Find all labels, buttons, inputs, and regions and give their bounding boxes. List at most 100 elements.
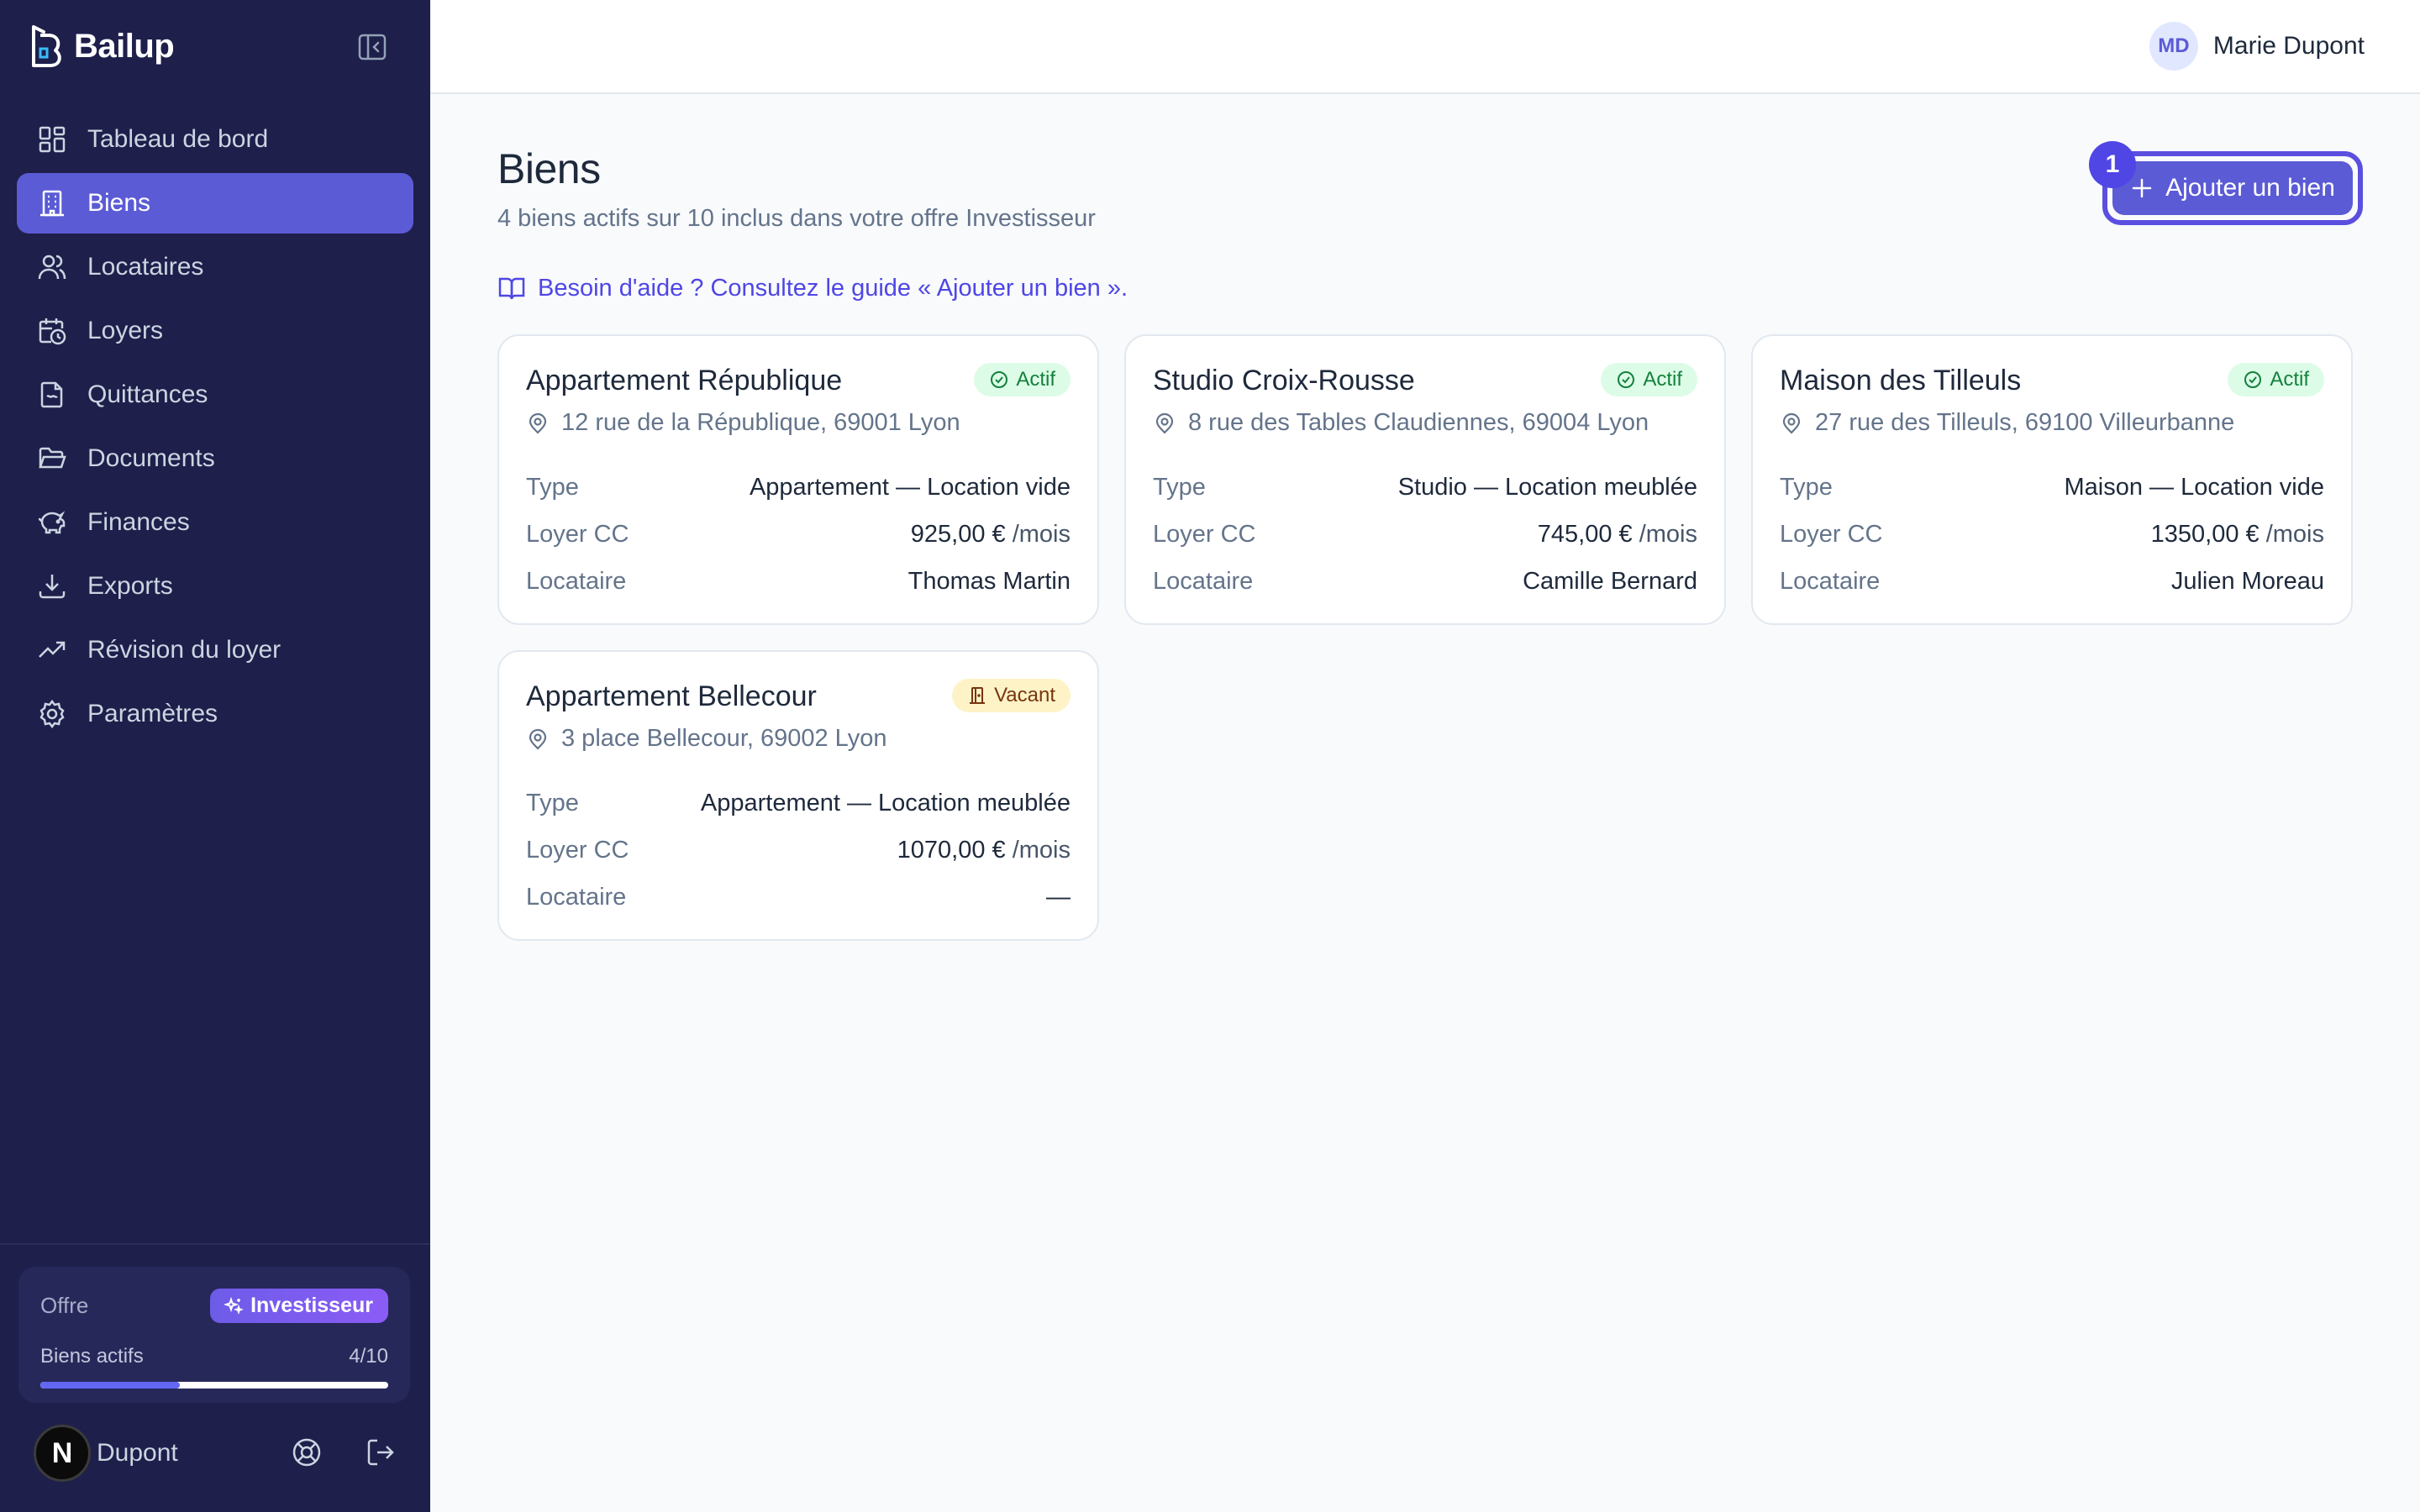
rent-period: /mois [1012,520,1071,548]
rent-value: 1070,00 € [897,836,1006,864]
plan-badge-label: Investisseur [250,1294,373,1317]
map-pin-icon [529,728,547,750]
sidebar-item-revision-du-loyer[interactable]: Révision du loyer [17,620,413,680]
rent-row: Loyer CC 925,00 € /mois [526,511,1071,558]
type-label: Type [1153,473,1206,501]
sidebar-item-exports[interactable]: Exports [17,556,413,617]
top-bar: MD Marie Dupont [430,0,2420,94]
property-card[interactable]: Appartement Bellecour Vacant 3 place Bel… [497,650,1099,941]
status-label: Actif [1016,368,1055,391]
help-link-label: Besoin d'aide ? Consultez le guide « Ajo… [538,274,1128,302]
rent-label: Loyer CC [526,520,629,548]
sidebar-item-label: Paramètres [87,700,218,727]
help-lifebuoy-icon[interactable] [291,1436,323,1468]
property-address: 3 place Bellecour, 69002 Lyon [526,725,1071,753]
tenant-row: Locataire Thomas Martin [526,558,1071,605]
add-property-label: Ajouter un bien [2165,174,2335,202]
sidebar-item-quittances[interactable]: Quittances [17,365,413,425]
user-profile-menu[interactable]: MD Marie Dupont [2149,22,2365,71]
property-address: 8 rue des Tables Claudiennes, 69004 Lyon [1153,409,1697,437]
avatar[interactable]: N [34,1425,91,1482]
sidebar-item-biens[interactable]: Biens [17,173,413,234]
help-guide-link[interactable]: Besoin d'aide ? Consultez le guide « Ajo… [497,274,1128,302]
rent-label: Loyer CC [526,836,629,864]
type-row: Type Appartement — Location meublée [526,780,1071,827]
tenant-value: Thomas Martin [908,567,1071,595]
sidebar-item-label: Biens [87,189,151,217]
plan-label: Offre [40,1293,89,1318]
address-text: 8 rue des Tables Claudiennes, 69004 Lyon [1188,409,1649,436]
sidebar-user: N e Dupont [34,1420,397,1487]
tenant-value: — [1046,883,1071,911]
map-pin-icon [529,412,547,434]
sidebar-item-tableau-de-bord[interactable]: Tableau de bord [17,109,413,170]
page-subtitle: 4 biens actifs sur 10 inclus dans votre … [497,205,1096,232]
type-value: Maison — Location vide [2064,473,2325,501]
property-card[interactable]: Studio Croix-Rousse Actif 8 rue des Tabl… [1124,334,1726,625]
sidebar-user-name: e Dupont [76,1439,178,1467]
collapse-sidebar-icon[interactable] [358,34,387,60]
type-label: Type [526,473,579,501]
logo-icon [32,25,61,67]
tenant-label: Locataire [1780,567,1881,595]
address-text: 12 rue de la République, 69001 Lyon [561,409,960,436]
sidebar-divider [0,1243,430,1245]
book-open-icon [498,277,525,300]
tenant-label: Locataire [526,883,627,911]
property-card[interactable]: Maison des Tilleuls Actif 27 rue des Til… [1751,334,2353,625]
add-property-button[interactable]: Ajouter un bien [2112,161,2353,215]
rent-label: Loyer CC [1780,520,1883,548]
sidebar-item-label: Locataires [87,253,204,281]
sidebar-item-finances[interactable]: Finances [17,492,413,553]
status-badge: Actif [1601,363,1697,396]
sidebar: Bailup Tableau de bord Biens Locataires … [0,0,430,1512]
sidebar-item-documents[interactable]: Documents [17,428,413,489]
app-logo[interactable]: Bailup [29,24,175,69]
logout-icon[interactable] [365,1436,397,1468]
download-icon [39,575,66,599]
gear-icon [39,699,65,729]
rent-row: Loyer CC 1070,00 € /mois [526,827,1071,874]
type-label: Type [1780,473,1833,501]
usage-count: 4/10 [349,1345,388,1368]
sidebar-item-label: Loyers [87,317,164,344]
type-value: Appartement — Location vide [749,473,1071,501]
page-title: Biens [497,145,601,192]
piggy-bank-icon [38,511,66,534]
usage-label: Biens actifs [40,1345,144,1368]
step-badge: 1 [2089,141,2136,188]
user-name: Marie Dupont [2212,32,2365,60]
rent-period: /mois [1639,520,1697,548]
check-circle-icon [991,371,1008,388]
tenant-row: Locataire Julien Moreau [1780,558,2324,605]
app-name: Bailup [74,27,175,65]
property-address: 12 rue de la République, 69001 Lyon [526,409,1071,437]
sidebar-nav: Tableau de bord Biens Locataires Loyers … [17,109,413,748]
usage-progress-fill [40,1382,180,1389]
rent-period: /mois [2265,520,2324,548]
property-card[interactable]: Appartement République Actif 12 rue de l… [497,334,1099,625]
rent-value: 1350,00 € [2150,520,2260,548]
status-label: Actif [1643,368,1682,391]
sidebar-item-label: Tableau de bord [87,125,269,153]
rent-value: 925,00 € [910,520,1006,548]
plan-badge[interactable]: Investisseur [210,1289,388,1323]
rent-row: Loyer CC 745,00 € /mois [1153,511,1697,558]
type-label: Type [526,789,579,816]
tenant-label: Locataire [1153,567,1254,595]
map-pin-icon [1782,412,1801,434]
rent-label: Loyer CC [1153,520,1256,548]
rent-period: /mois [1012,836,1071,864]
tenant-row: Locataire Camille Bernard [1153,558,1697,605]
sidebar-item-locataires[interactable]: Locataires [17,237,413,297]
dashboard-icon [39,126,66,153]
sidebar-item-parametres[interactable]: Paramètres [17,684,413,744]
folder-icon [39,447,66,469]
sidebar-item-loyers[interactable]: Loyers [17,301,413,361]
check-circle-icon [1618,371,1635,388]
sparkles-icon [224,1296,245,1315]
rent-row: Loyer CC 1350,00 € /mois [1780,511,2324,558]
address-text: 3 place Bellecour, 69002 Lyon [561,725,887,752]
sidebar-item-label: Révision du loyer [87,636,281,664]
users-icon [38,255,66,280]
